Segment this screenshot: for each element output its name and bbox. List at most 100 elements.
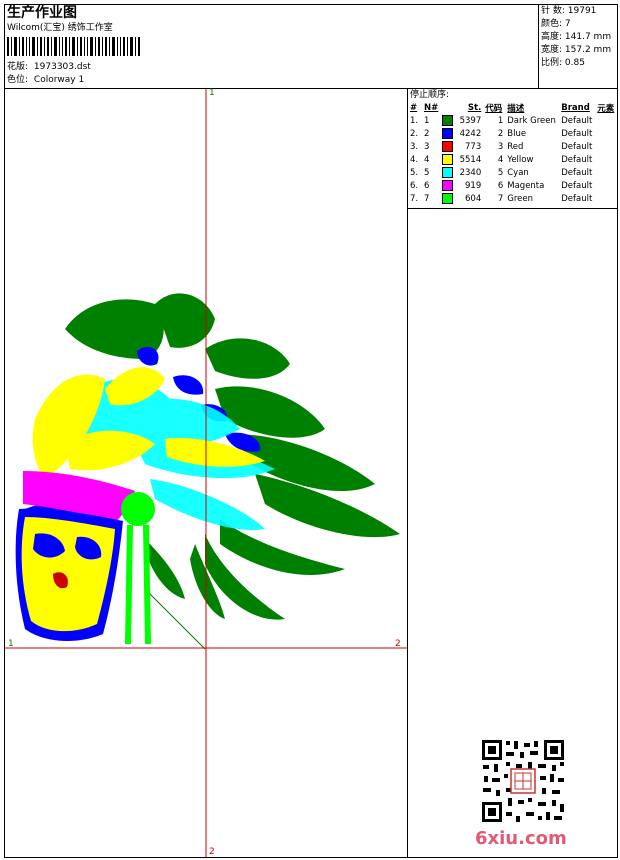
row-index: 7. (410, 193, 419, 204)
color-swatch (442, 180, 454, 191)
table-bottom-divider (407, 208, 618, 209)
row-swatch-cell (440, 179, 457, 192)
axis-label-left: 1 (8, 639, 14, 649)
thread-line (149, 593, 206, 650)
row-element (595, 114, 616, 127)
row-index: 5. (410, 167, 419, 178)
row-description: Cyan (507, 167, 529, 178)
row-stitches: 919 (465, 180, 482, 191)
sequence-row: 4. 4 5514 4 Yellow Default (408, 153, 616, 166)
row-needle: 5 (424, 167, 430, 178)
color-swatch (442, 154, 454, 165)
page-title: 生产作业图 (7, 5, 77, 21)
row-code: 2 (497, 128, 504, 139)
sequence-row: 6. 6 919 6 Magenta Default (408, 179, 616, 192)
row-brand: Default (561, 167, 593, 178)
sequence-header-row: # N# St. 代码 描述 Brand 元素 (410, 102, 615, 114)
stat-height: 高度: 141.7 mm (541, 32, 612, 42)
row-description: Red (507, 141, 524, 152)
qr-code (480, 738, 566, 824)
row-description: Blue (507, 128, 527, 139)
row-element (595, 192, 616, 205)
row-element (595, 179, 616, 192)
row-description: Dark Green (507, 115, 556, 126)
row-code: 3 (497, 141, 504, 152)
sequence-row: 1. 1 5397 1 Dark Green Default (408, 114, 616, 127)
stat-stitches: 针 数: 19791 (541, 6, 597, 16)
row-index: 2. (410, 128, 419, 139)
color-swatch (442, 193, 454, 204)
design-line: 花版: 1973303.dst (7, 62, 91, 73)
stat-width: 宽度: 157.2 mm (541, 45, 612, 55)
row-brand: Default (561, 193, 593, 204)
row-stitches: 5397 (459, 115, 482, 126)
color-swatch (442, 115, 454, 126)
row-swatch-cell (440, 114, 457, 127)
color-swatch (442, 141, 454, 152)
row-element (595, 140, 616, 153)
row-swatch-cell (440, 140, 457, 153)
row-needle: 3 (424, 141, 430, 152)
row-brand: Default (561, 154, 593, 165)
sequence-row: 3. 3 773 3 Red Default (408, 140, 616, 153)
sequence-table: # N# St. 代码 描述 Brand 元素 1. 1 5397 1 Dark Gre… (408, 101, 616, 205)
row-code: 5 (497, 167, 504, 178)
row-brand: Default (561, 180, 593, 191)
row-brand: Default (561, 128, 593, 139)
color-swatch (442, 167, 454, 178)
colorway-value: Colorway 1 (33, 75, 85, 85)
colorway-line: 色位: Colorway 1 (7, 75, 84, 86)
stats-panel: 针 数: 19791 颜色: 7 高度: 141.7 mm 宽度: 157.2 … (541, 6, 611, 71)
barcode (7, 37, 141, 56)
stat-scale: 比例: 0.85 (541, 58, 585, 68)
row-element (595, 153, 616, 166)
row-description: Magenta (507, 180, 545, 191)
skull (15, 508, 123, 641)
design-value: 1973303.dst (33, 62, 91, 72)
row-brand: Default (561, 115, 593, 126)
row-element (595, 127, 616, 140)
axis-label-bottom: 2 (209, 847, 215, 857)
row-description: Yellow (507, 154, 534, 165)
row-code: 6 (497, 180, 504, 191)
row-element (595, 166, 616, 179)
row-swatch-cell (440, 192, 457, 205)
row-code: 7 (497, 193, 504, 204)
axis-label-right: 2 (395, 639, 401, 649)
color-swatch (442, 128, 454, 139)
sequence-table-wrap: # N# St. 代码 描述 Brand 元素 1. 1 5397 1 Dark Gre… (408, 101, 617, 205)
embroidery-preview (5, 89, 407, 857)
row-index: 4. (410, 154, 419, 165)
row-stitches: 5514 (459, 154, 482, 165)
sequence-row: 7. 7 604 7 Green Default (408, 192, 616, 205)
row-code: 1 (497, 115, 504, 126)
design-label: 花版: (7, 62, 29, 72)
company-name: Wilcom(汇宝) 绣饰工作室 (7, 23, 113, 33)
row-stitches: 4242 (459, 128, 482, 139)
row-swatch-cell (440, 166, 457, 179)
medallion-green (121, 492, 155, 644)
stat-colors: 颜色: 7 (541, 19, 571, 29)
stats-divider (538, 4, 539, 89)
row-swatch-cell (440, 127, 457, 140)
row-needle: 1 (424, 115, 430, 126)
row-index: 1. (410, 115, 419, 126)
row-index: 3. (410, 141, 419, 152)
sequence-row: 2. 2 4242 2 Blue Default (408, 127, 616, 140)
watermark: 6xiu.com (475, 828, 567, 849)
sequence-title: 停止顺序: (410, 90, 450, 100)
axis-label-top: 1 (209, 88, 215, 98)
row-needle: 6 (424, 180, 430, 191)
row-index: 6. (410, 180, 419, 191)
row-needle: 7 (424, 193, 430, 204)
row-stitches: 604 (465, 193, 482, 204)
row-needle: 2 (424, 128, 430, 139)
row-brand: Default (561, 141, 593, 152)
row-swatch-cell (440, 153, 457, 166)
row-stitches: 773 (465, 141, 482, 152)
row-code: 4 (497, 154, 504, 165)
sequence-row: 5. 5 2340 5 Cyan Default (408, 166, 616, 179)
row-description: Green (507, 193, 533, 204)
colorway-label: 色位: (7, 75, 29, 85)
row-stitches: 2340 (459, 167, 482, 178)
